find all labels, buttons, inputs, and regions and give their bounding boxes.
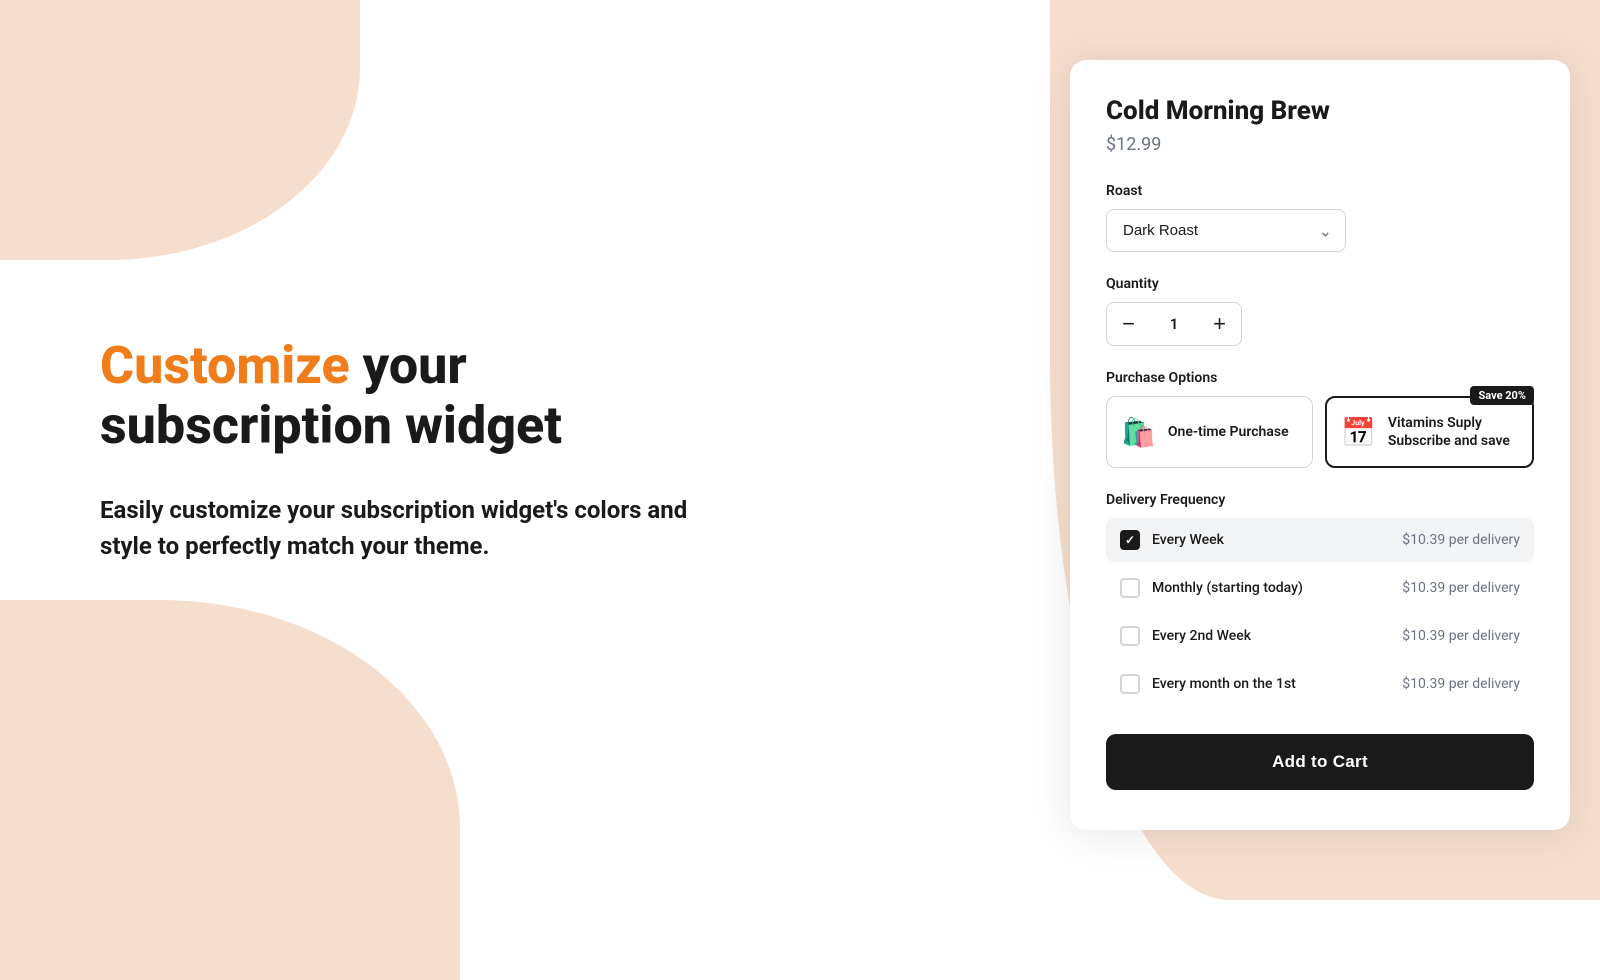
quantity-section: Quantity − 1 + (1106, 276, 1534, 346)
page: Customize yoursubscription widget Easily… (0, 0, 1600, 900)
delivery-option-every-month-1st[interactable]: Every month on the 1st $10.39 per delive… (1106, 662, 1534, 706)
save-badge: Save 20% (1470, 386, 1534, 405)
quantity-label: Quantity (1106, 276, 1534, 292)
delivery-option-every-week[interactable]: Every Week $10.39 per delivery (1106, 518, 1534, 562)
headline-highlight: Customize (100, 335, 350, 396)
delivery-every-2nd-week-price: $10.39 per delivery (1402, 628, 1520, 644)
widget-card: Cold Morning Brew $12.99 Roast Light Roa… (1070, 60, 1570, 830)
delivery-checkbox-every-week (1120, 530, 1140, 550)
one-time-label: One-time Purchase (1168, 423, 1289, 441)
delivery-every-2nd-week-label: Every 2nd Week (1152, 628, 1251, 644)
quantity-control: − 1 + (1106, 302, 1534, 346)
roast-section: Roast Light Roast Medium Roast Dark Roas… (1106, 183, 1534, 252)
delivery-option-monthly-today-left: Monthly (starting today) (1120, 578, 1303, 598)
delivery-monthly-today-price: $10.39 per delivery (1402, 580, 1520, 596)
purchase-options-label: Purchase Options (1106, 370, 1534, 386)
add-to-cart-button[interactable]: Add to Cart (1106, 734, 1534, 790)
delivery-frequency-section: Delivery Frequency Every Week $10.39 per… (1106, 492, 1534, 706)
roast-select-wrapper[interactable]: Light Roast Medium Roast Dark Roast Espr… (1106, 209, 1346, 252)
product-price: $12.99 (1106, 134, 1534, 155)
purchase-options-container: 🛍️ One-time Purchase Save 20% 📅 Vitamins… (1106, 396, 1534, 468)
roast-select[interactable]: Light Roast Medium Roast Dark Roast Espr… (1106, 209, 1346, 252)
product-title: Cold Morning Brew (1106, 96, 1534, 126)
delivery-option-every-month-1st-left: Every month on the 1st (1120, 674, 1296, 694)
right-panel: Cold Morning Brew $12.99 Roast Light Roa… (1040, 0, 1600, 900)
delivery-option-monthly-today[interactable]: Monthly (starting today) $10.39 per deli… (1106, 566, 1534, 610)
delivery-checkbox-monthly-today (1120, 578, 1140, 598)
delivery-every-month-1st-label: Every month on the 1st (1152, 676, 1296, 692)
roast-label: Roast (1106, 183, 1534, 199)
delivery-monthly-today-label: Monthly (starting today) (1152, 580, 1303, 596)
delivery-every-week-price: $10.39 per delivery (1402, 532, 1520, 548)
purchase-options-section: Purchase Options 🛍️ One-time Purchase Sa… (1106, 370, 1534, 468)
delivery-checkbox-every-2nd-week (1120, 626, 1140, 646)
delivery-every-month-1st-price: $10.39 per delivery (1402, 676, 1520, 692)
delivery-frequency-label: Delivery Frequency (1106, 492, 1534, 508)
delivery-option-every-week-left: Every Week (1120, 530, 1224, 550)
shopping-bag-icon: 🛍️ (1121, 416, 1156, 449)
headline: Customize yoursubscription widget (100, 336, 960, 456)
delivery-option-every-2nd-week-left: Every 2nd Week (1120, 626, 1251, 646)
description: Easily customize your subscription widge… (100, 492, 700, 564)
quantity-value: 1 (1150, 302, 1198, 346)
delivery-checkbox-every-month-1st (1120, 674, 1140, 694)
left-panel: Customize yoursubscription widget Easily… (0, 0, 1040, 900)
delivery-every-week-label: Every Week (1152, 532, 1224, 548)
quantity-decrement-button[interactable]: − (1106, 302, 1150, 346)
delivery-option-every-2nd-week[interactable]: Every 2nd Week $10.39 per delivery (1106, 614, 1534, 658)
subscribe-label: Vitamins Suply Subscribe and save (1388, 414, 1518, 450)
calendar-icon: 📅 (1341, 416, 1376, 449)
quantity-increment-button[interactable]: + (1198, 302, 1242, 346)
purchase-option-subscribe[interactable]: Save 20% 📅 Vitamins Suply Subscribe and … (1325, 396, 1534, 468)
purchase-option-one-time[interactable]: 🛍️ One-time Purchase (1106, 396, 1313, 468)
